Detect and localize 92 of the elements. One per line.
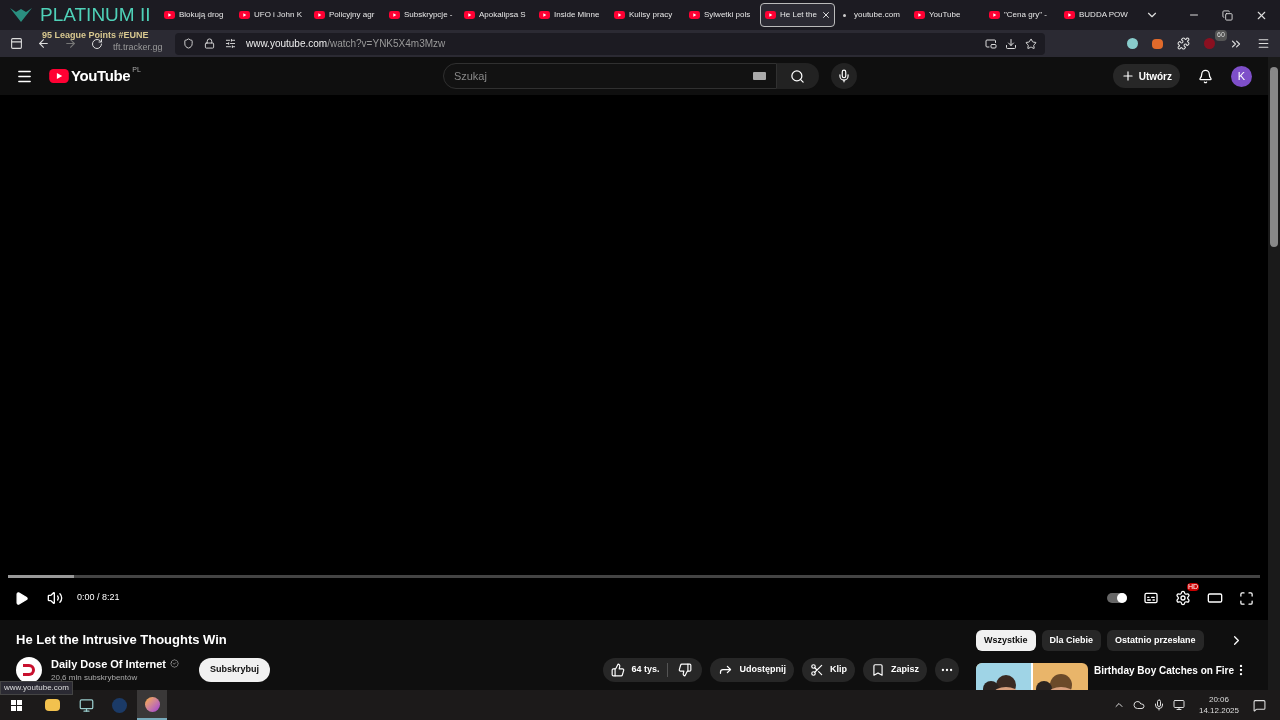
search-field[interactable]: Szukaj [442, 63, 777, 89]
tab-play-icon [314, 11, 325, 19]
save-page-icon[interactable] [1005, 37, 1017, 50]
league-points: 95 League Points #EUNE [42, 30, 149, 40]
thumbs-up-icon[interactable] [611, 662, 626, 677]
tab-play-icon [689, 11, 700, 19]
browser-tab[interactable]: Policyjny agr [310, 3, 385, 27]
scissors-icon[interactable] [809, 662, 824, 677]
reload-icon[interactable] [91, 37, 103, 50]
channel-name[interactable]: Daily Dose Of Internet [51, 655, 166, 672]
cloud-icon[interactable] [1132, 699, 1145, 711]
picture-in-picture-icon[interactable] [985, 37, 997, 50]
filter-chip[interactable]: Ostatnio przesłane [1107, 630, 1204, 651]
autoplay-toggle[interactable] [1107, 593, 1127, 603]
browser-tab[interactable]: Sylwetki pols [685, 3, 760, 27]
tab-play-icon [914, 11, 925, 19]
start-icon[interactable] [11, 699, 22, 711]
thumbs-down-icon[interactable] [678, 662, 693, 677]
url-text: www.youtube.com/watch?v=YNK5X4m3Mzw [246, 37, 446, 51]
tab-play-icon [614, 11, 625, 19]
bookmark-icon[interactable] [870, 662, 885, 677]
scrollbar[interactable] [1268, 57, 1280, 690]
subscriber-count: 20,6 mln subskrybentów [51, 672, 139, 684]
rank-emblem-icon [8, 6, 34, 24]
search-button[interactable] [776, 63, 819, 89]
keyboard-icon[interactable] [752, 72, 766, 80]
restore-icon[interactable] [1222, 9, 1233, 21]
browser-tab[interactable]: Kulisy pracy [610, 3, 685, 27]
play-logo-icon [49, 69, 69, 83]
settings-icon[interactable] [1175, 590, 1191, 606]
plus-icon[interactable] [1120, 69, 1135, 83]
tab-play-icon [765, 11, 776, 19]
tab-play-icon [539, 11, 550, 19]
tab-play-icon [464, 11, 475, 19]
browser-taskbar-icon[interactable] [137, 690, 167, 720]
play-icon[interactable] [14, 590, 29, 606]
browser-tab[interactable]: UFO i John K [235, 3, 310, 27]
extensions-icon[interactable] [1177, 37, 1190, 50]
voice-search-button[interactable] [830, 63, 857, 89]
verified-icon [169, 659, 179, 669]
extension-icon[interactable] [1127, 38, 1138, 49]
recommended-video-title[interactable]: Birthday Boy Catches on Fire [1093, 663, 1234, 690]
account-avatar[interactable]: K [1231, 65, 1252, 87]
search-icon[interactable] [790, 68, 806, 84]
browser-tab[interactable]: youtube.com [835, 3, 910, 27]
tab-play-icon [389, 11, 400, 19]
browser-tab[interactable]: "Cena gry" - [985, 3, 1060, 27]
time-display: 0:00 / 8:21 [77, 591, 120, 605]
channel-avatar[interactable] [16, 656, 42, 683]
create-button[interactable]: Utwórz [1112, 64, 1180, 88]
monitor-app-icon[interactable] [79, 697, 94, 713]
notifications-icon[interactable] [1253, 698, 1266, 712]
share-button[interactable]: Udostępnij [710, 657, 794, 682]
subtitles-icon[interactable] [1143, 590, 1159, 606]
clip-button[interactable]: Klip [801, 657, 855, 682]
tab-play-icon [1064, 11, 1075, 19]
overlay-site: tft.tracker.gg [113, 41, 163, 54]
back-icon[interactable] [37, 37, 50, 50]
browser-tab[interactable]: Subskrypcje - [385, 3, 460, 27]
status-url: www.youtube.com [0, 681, 73, 695]
microphone-icon[interactable] [1152, 699, 1165, 711]
sidebar-icon[interactable] [10, 37, 23, 50]
filter-chip[interactable]: Wszystkie [975, 630, 1036, 651]
permissions-icon[interactable] [225, 38, 236, 49]
browser-tab[interactable]: Inside Minne [535, 3, 610, 27]
tab-play-icon [989, 11, 1000, 19]
close-tab-icon[interactable] [820, 10, 831, 20]
bookmark-star-icon[interactable] [1025, 37, 1037, 50]
browser-tab[interactable]: Apokalipsa S [460, 3, 535, 27]
video-title: He Let the Intrusive Thoughts Win [16, 631, 228, 649]
filter-chip[interactable]: Dla Ciebie [1041, 630, 1101, 651]
address-bar[interactable]: www.youtube.com/watch?v=YNK5X4m3Mzw [175, 32, 1045, 55]
menu-icon[interactable] [1257, 37, 1270, 50]
browser-tab[interactable]: YouTube [910, 3, 985, 27]
network-icon[interactable] [1172, 699, 1185, 711]
microphone-icon[interactable] [836, 69, 851, 83]
theater-mode-icon[interactable] [1207, 590, 1223, 606]
progress-track[interactable] [8, 575, 1260, 578]
shield-icon[interactable] [183, 38, 194, 49]
browser-tab[interactable]: BUDDA POW [1060, 3, 1135, 27]
lock-icon[interactable] [204, 38, 215, 49]
browser-tab[interactable]: Blokują drog [160, 3, 235, 27]
subscribe-button[interactable]: Subskrybuj [198, 657, 270, 682]
notifications-icon[interactable] [1198, 68, 1213, 84]
tab-play-icon [164, 11, 175, 19]
fullscreen-icon[interactable] [1239, 590, 1254, 606]
rank-title: PLATINUM II [40, 3, 151, 27]
tab-play-icon [239, 11, 250, 19]
volume-icon[interactable] [47, 590, 63, 606]
save-button[interactable]: Zapisz [862, 657, 927, 682]
clock[interactable]: 20:06 14.12.2025 [1198, 694, 1239, 716]
browser-tab[interactable]: He Let the [760, 3, 835, 27]
